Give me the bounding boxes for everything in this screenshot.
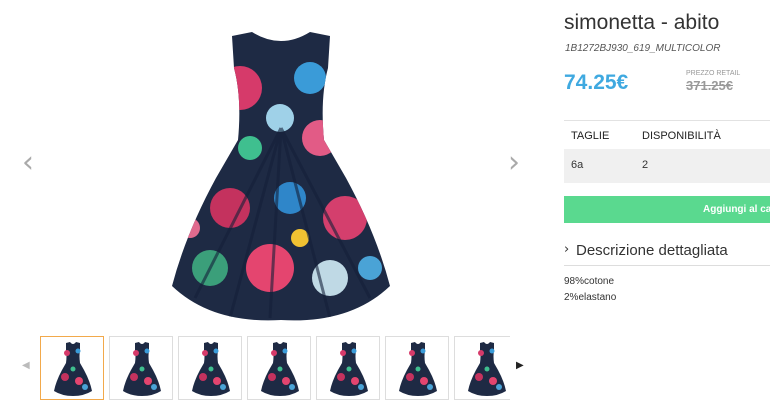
chevron-right-icon: › [564,242,570,257]
retail-price-label: PREZZO RETAIL [686,70,741,77]
thumbnail-image [54,342,92,396]
thumbnail-image [123,342,161,396]
sizes-table: TAGLIE DISPONIBILITÀ 6a 2 [564,120,770,183]
thumbnail-image [399,342,437,396]
thumbnail-next-icon[interactable]: ▶ [516,360,524,371]
add-to-cart-button[interactable]: Aggiungi al ca [564,196,770,223]
description-toggle[interactable]: › Descrizione dettagliata [564,241,770,266]
thumbnail-prev-icon[interactable]: ◀ [22,360,30,371]
thumbnail-carousel: ◀ ▶ [18,336,524,404]
size-value: 6a [571,159,584,171]
thumbnail-item[interactable] [40,336,104,400]
table-row[interactable]: 6a 2 [564,149,770,183]
sizes-table-header: TAGLIE DISPONIBILITÀ [564,120,770,149]
thumbnail-item[interactable] [385,336,449,400]
description-toggle-label: Descrizione dettagliata [576,242,728,259]
thumbnail-item[interactable] [454,336,510,400]
thumbnail-item[interactable] [247,336,311,400]
product-price: 74.25€ [564,71,629,94]
add-to-cart-label: Aggiungi al ca [703,204,770,215]
chevron-right-icon[interactable]: › [508,148,520,178]
thumbnail-image [468,342,506,396]
product-sku: 1B1272BJ930_619_MULTICOLOR [565,43,721,54]
thumbnail-image [330,342,368,396]
header-availability: DISPONIBILITÀ [642,130,721,142]
thumbnail-item[interactable] [109,336,173,400]
product-gallery: ‹ › ◀ ▶ [0,0,540,418]
header-sizes: TAGLIE [571,130,610,142]
thumbnail-item[interactable] [316,336,380,400]
description-line: 98%cotone [564,276,615,287]
retail-price: 371.25€ [686,78,733,93]
thumbnail-image [192,342,230,396]
chevron-left-icon[interactable]: ‹ [22,148,34,178]
thumbnail-image [261,342,299,396]
thumbnail-item[interactable] [178,336,242,400]
description-line: 2%elastano [564,292,617,303]
product-info: simonetta - abito 1B1272BJ930_619_MULTIC… [564,0,770,418]
product-title: simonetta - abito [564,11,720,34]
product-main-image [172,32,390,321]
availability-value: 2 [642,159,649,171]
thumbnail-strip [40,336,510,404]
